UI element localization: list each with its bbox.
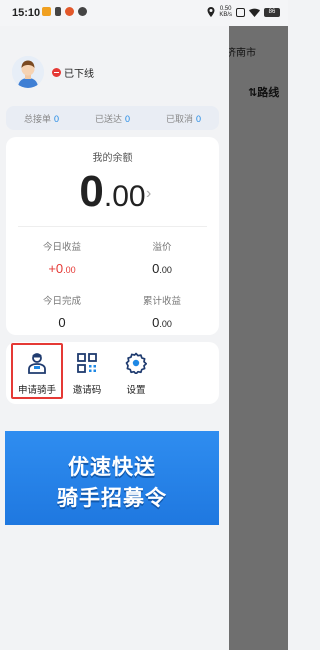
battery-icon: 86 [264, 7, 280, 17]
banner-line-1: 优速快送 [68, 456, 156, 479]
metric-label: 累计收益 [142, 296, 181, 307]
stat-cancelled[interactable]: 已取消 0 [166, 112, 201, 125]
app-notification-icon [65, 7, 74, 16]
drawer-scrim[interactable] [229, 26, 288, 650]
gear-icon [125, 352, 147, 374]
side-drawer: 已下线 总接单 0 已送达 0 已取消 0 我的余额 0.00 › 今日收益 +0.0… [0, 26, 229, 650]
online-status[interactable]: 已下线 [52, 65, 94, 80]
metric-value: 0.00 [112, 261, 212, 276]
route-icon: ⇅ [248, 87, 258, 99]
apply-rider-button[interactable]: 申请骑手 [14, 352, 60, 396]
rider-recruitment-banner[interactable]: 优速快送 骑手招募令 [5, 431, 219, 525]
stat-value: 0 [125, 113, 131, 124]
system-indicators: 0.50 KB/s 86 [207, 6, 280, 18]
city-label: 济南市 [226, 48, 256, 59]
route-button[interactable]: ⇅路线 [248, 84, 279, 100]
actions-card: 申请骑手 邀请码 设置 [6, 342, 219, 404]
stat-delivered[interactable]: 已送达 0 [95, 112, 130, 125]
invite-code-button[interactable]: 邀请码 [64, 352, 110, 396]
balance-integer: 0 [79, 167, 104, 216]
stat-label: 已送达 [94, 113, 122, 124]
rider-icon [28, 353, 46, 374]
status-label: 已下线 [64, 68, 94, 80]
metric-label: 今日收益 [42, 242, 81, 253]
network-speed: 0.50 KB/s [219, 6, 232, 18]
qr-code-icon [77, 353, 97, 373]
app-notification-icon [42, 7, 51, 16]
location-icon [207, 7, 215, 17]
metric-today-income: 今日收益 +0.00 [12, 239, 112, 276]
sync-icon [78, 7, 87, 16]
balance-amount[interactable]: 0.00 [6, 167, 219, 217]
metric-value-dec: .00 [159, 319, 172, 329]
metric-value: +0.00 [12, 261, 112, 276]
metric-value: 0 [58, 315, 66, 330]
balance-decimal: .00 [103, 180, 146, 213]
speed-unit: KB/s [219, 12, 232, 18]
stat-label: 已取消 [165, 113, 193, 124]
action-label: 申请骑手 [17, 385, 56, 396]
wifi-icon [249, 8, 260, 17]
status-bar: 15:10 0.50 KB/s 86 [0, 0, 288, 26]
metric-value-dec: .00 [63, 265, 76, 275]
action-label: 邀请码 [72, 385, 102, 396]
metric-premium: 溢价 0.00 [112, 239, 212, 276]
metric-label: 溢价 [152, 242, 172, 253]
order-stats-bar: 总接单 0 已送达 0 已取消 0 [6, 106, 219, 130]
metric-total-income: 累计收益 0.00 [112, 293, 212, 330]
route-label: 路线 [257, 87, 280, 99]
metric-value-dec: .00 [159, 265, 172, 275]
chevron-right-icon[interactable]: › [146, 185, 151, 203]
download-icon [55, 7, 61, 16]
banner-line-2: 骑手招募令 [57, 487, 167, 510]
action-label: 设置 [126, 385, 146, 396]
metric-today-done: 今日完成 0 [12, 293, 112, 330]
metric-value: 0.00 [112, 315, 212, 330]
metric-label: 今日完成 [42, 296, 81, 307]
stat-value: 0 [196, 113, 202, 124]
stat-total-orders[interactable]: 总接单 0 [24, 112, 59, 125]
stat-value: 0 [54, 113, 60, 124]
status-time: 15:10 [12, 7, 41, 19]
nfc-icon [236, 7, 245, 17]
avatar-icon [12, 56, 44, 88]
metric-value-int: +0 [48, 261, 64, 276]
avatar[interactable] [12, 56, 44, 88]
balance-title: 我的余额 [92, 153, 133, 164]
profile-header: 已下线 [12, 56, 94, 88]
notification-icons [42, 7, 87, 16]
divider [18, 226, 207, 227]
stat-label: 总接单 [23, 113, 51, 124]
settings-button[interactable]: 设置 [113, 352, 159, 396]
balance-card: 我的余额 0.00 › 今日收益 +0.00 溢价 0.00 今日完成 0 累计… [6, 137, 219, 335]
offline-icon [52, 67, 61, 77]
